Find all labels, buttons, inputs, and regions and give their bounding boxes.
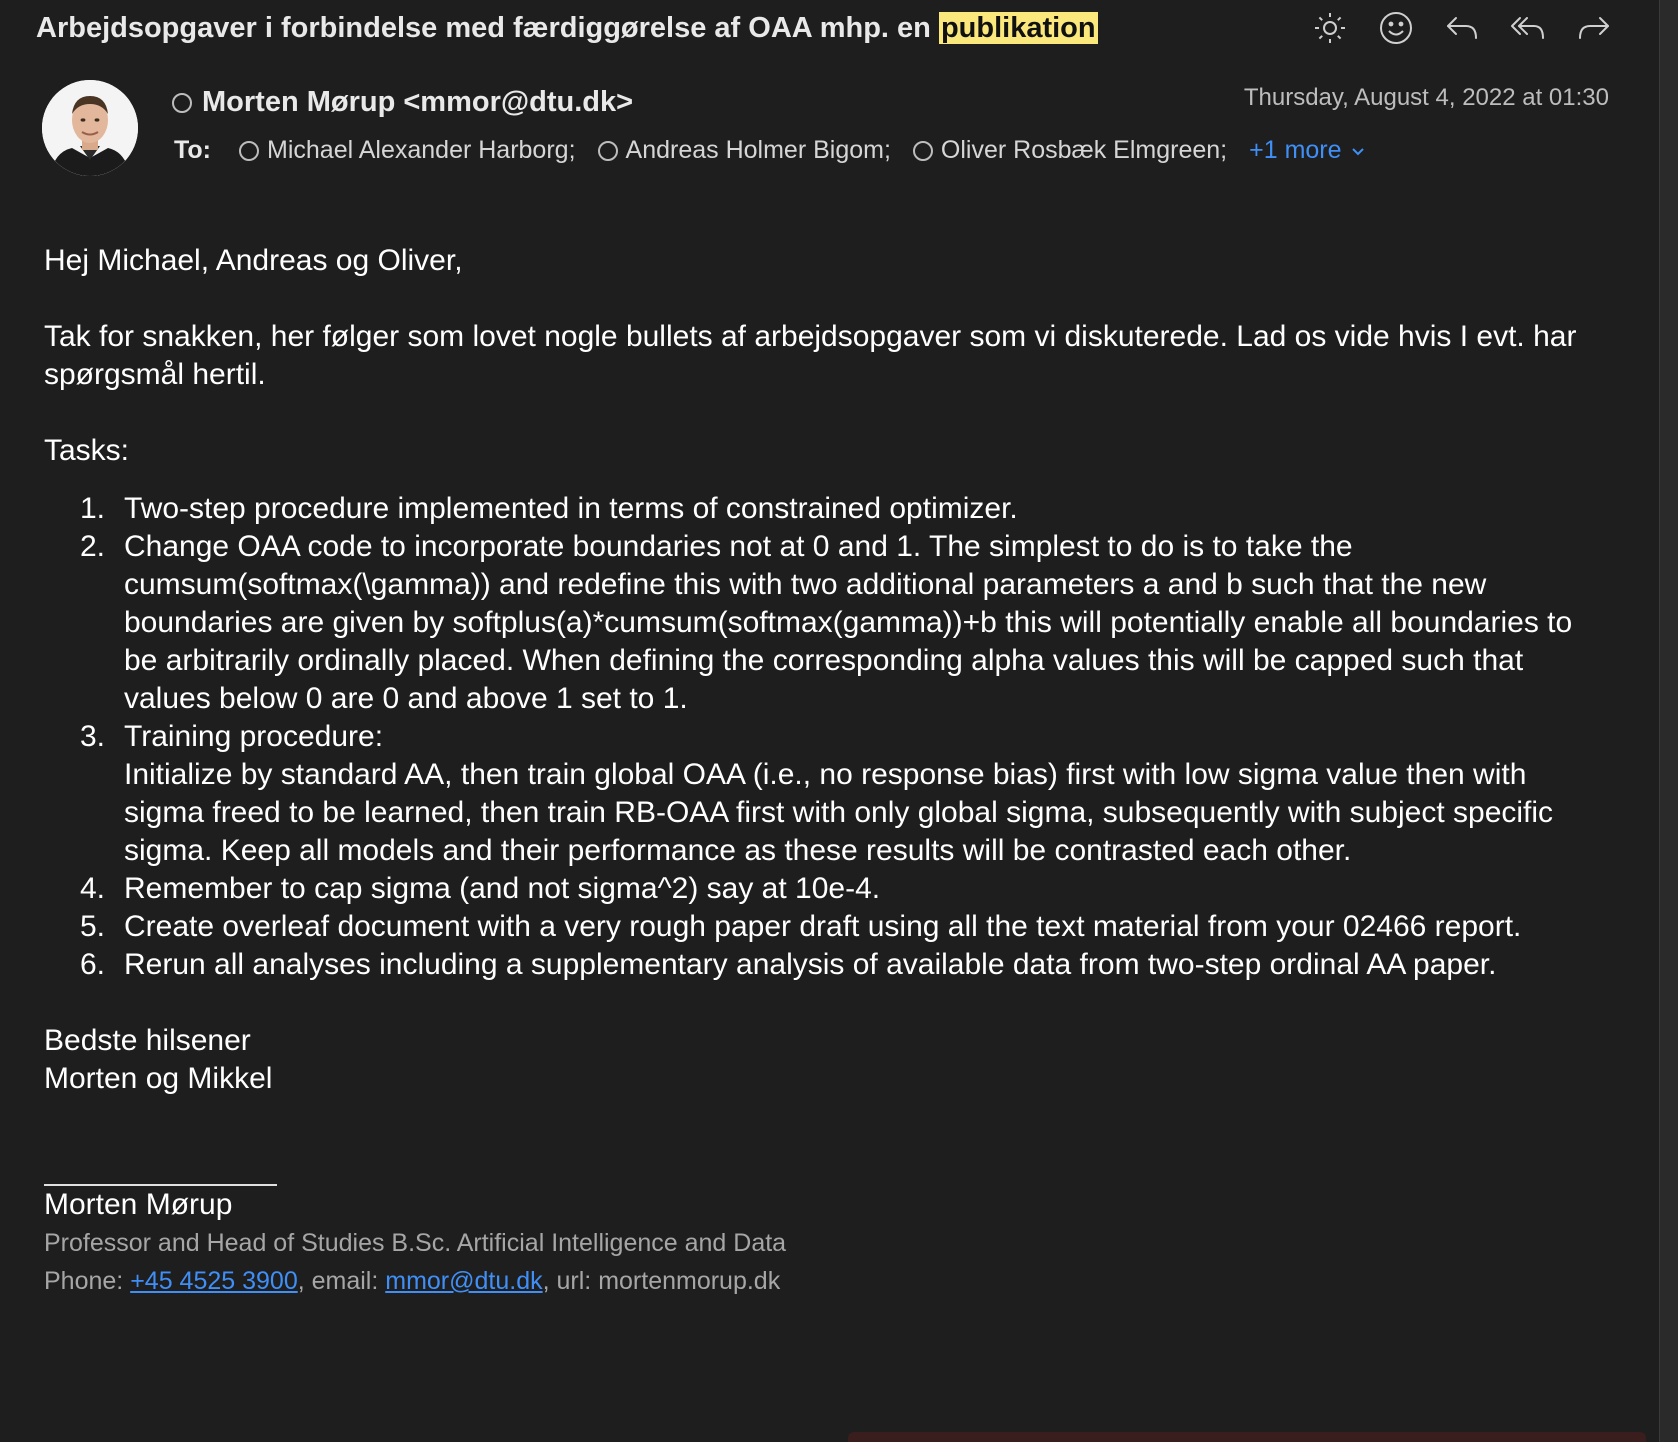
- recipient-item[interactable]: Andreas Holmer Bigom;: [597, 136, 891, 165]
- closing-line: Bedste hilsener: [44, 1024, 251, 1057]
- recipient-name: Oliver Rosbæk Elmgreen;: [940, 136, 1228, 164]
- sender-line[interactable]: Morten Mørup <mmor@dtu.dk>: [172, 86, 633, 119]
- sender-avatar[interactable]: [42, 80, 138, 176]
- list-item: 2. Change OAA code to incorporate bounda…: [80, 530, 1573, 715]
- email-subject: Arbejdsopgaver i forbindelse med færdigg…: [36, 8, 1098, 48]
- signature-name: Morten Mørup: [44, 1188, 233, 1221]
- email-link[interactable]: mmor@dtu.dk: [385, 1267, 542, 1295]
- signature-title: Professor and Head of Studies B.Sc. Arti…: [44, 1229, 787, 1257]
- to-label: To:: [174, 136, 212, 164]
- intro-paragraph: Tak for snakken, her følger som lovet no…: [44, 320, 1577, 391]
- recipient-name: Andreas Holmer Bigom;: [625, 136, 891, 164]
- list-item: 4. Remember to cap sigma (and not sigma^…: [80, 872, 881, 905]
- tasks-label: Tasks:: [44, 434, 130, 467]
- more-recipients-link[interactable]: +1 more: [1249, 136, 1365, 165]
- message-body: Hej Michael, Andreas og Oliver, Tak for …: [44, 242, 1604, 1300]
- recipient-item[interactable]: Oliver Rosbæk Elmgreen;: [912, 136, 1228, 165]
- message-toolbar: [1312, 8, 1612, 48]
- list-item: 3. Training procedure: Initialize by sta…: [44, 718, 1604, 870]
- list-item: 1. Two-step procedure implemented in ter…: [80, 492, 1018, 525]
- forward-icon[interactable]: [1576, 8, 1612, 48]
- recipient-name: Michael Alexander Harborg;: [267, 136, 576, 164]
- task-list: 1. Two-step procedure implemented in ter…: [44, 490, 1604, 984]
- list-item: 6. Rerun all analyses including a supple…: [80, 948, 1497, 981]
- subject-text: Arbejdsopgaver i forbindelse med færdigg…: [36, 12, 931, 44]
- presence-status-icon: [172, 92, 192, 113]
- more-recipients-label: +1 more: [1249, 136, 1342, 164]
- presence-status-icon: [239, 140, 260, 161]
- task-title: Training procedure:: [124, 720, 384, 753]
- presence-status-icon: [597, 140, 618, 161]
- chevron-down-icon: [1351, 147, 1364, 155]
- presence-status-icon: [912, 140, 933, 161]
- sun-icon[interactable]: [1312, 8, 1348, 48]
- subject-search-highlight: publikation: [938, 12, 1098, 44]
- bottom-panel-edge: [848, 1432, 1646, 1442]
- reply-all-icon[interactable]: [1510, 8, 1546, 48]
- phone-link[interactable]: +45 4525 3900: [130, 1267, 298, 1295]
- recipient-item[interactable]: Michael Alexander Harborg;: [239, 136, 576, 165]
- list-item: 5. Create overleaf document with a very …: [80, 910, 1522, 943]
- greeting: Hej Michael, Andreas og Oliver,: [44, 244, 463, 277]
- reply-icon[interactable]: [1444, 8, 1480, 48]
- smiley-icon[interactable]: [1378, 8, 1414, 48]
- recipients-line: To: Michael Alexander Harborg; Andreas H…: [174, 136, 1366, 165]
- sender-name[interactable]: Morten Mørup <mmor@dtu.dk>: [202, 86, 633, 119]
- closing-names: Morten og Mikkel: [44, 1062, 273, 1095]
- scrollbar[interactable]: [1659, 0, 1678, 1442]
- mail-reading-pane: Arbejdsopgaver i forbindelse med færdigg…: [0, 0, 1678, 1442]
- signature-contact: Phone: +45 4525 3900, email: mmor@dtu.dk…: [44, 1267, 781, 1295]
- message-date: Thursday, August 4, 2022 at 01:30: [1243, 84, 1609, 111]
- task-detail: Initialize by standard AA, then train gl…: [124, 758, 1554, 867]
